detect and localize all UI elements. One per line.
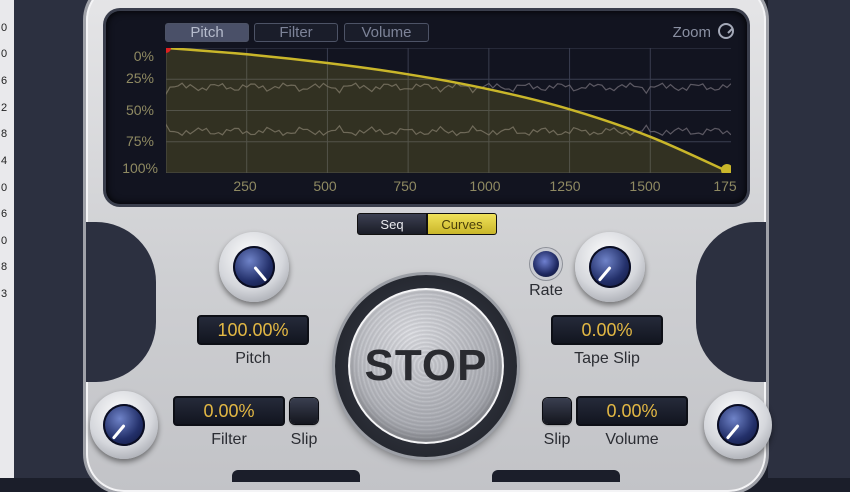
edge-digit: 6 bbox=[1, 208, 8, 220]
edge-digit: 0 bbox=[1, 48, 8, 60]
edge-digit: 3 bbox=[1, 288, 8, 300]
curve-end-handle bbox=[721, 164, 731, 173]
volume-value-display: 0.00% bbox=[576, 396, 688, 426]
edge-digit: 6 bbox=[1, 75, 8, 87]
zoom-knob-icon[interactable] bbox=[718, 23, 734, 39]
curve-graph[interactable] bbox=[166, 48, 731, 173]
bottom-slot-right bbox=[492, 470, 620, 482]
pitch-knob[interactable] bbox=[219, 232, 289, 302]
x-tick-label: 1250 bbox=[549, 178, 581, 194]
zoom-label: Zoom bbox=[672, 24, 711, 41]
x-tick-label: 1500 bbox=[629, 178, 661, 194]
y-tick-label: 25% bbox=[125, 70, 154, 86]
right-side-panel bbox=[768, 0, 850, 478]
x-tick-label: 500 bbox=[313, 178, 337, 194]
bottom-slot-left bbox=[232, 470, 360, 482]
y-tick-label: 0% bbox=[133, 48, 154, 64]
filter-knob[interactable] bbox=[90, 391, 158, 459]
filter-slip-button[interactable] bbox=[290, 398, 318, 424]
edge-digit: 0 bbox=[1, 182, 8, 194]
filter-slip-label: Slip bbox=[290, 431, 318, 448]
x-tick-label: 175 bbox=[713, 178, 737, 194]
curves-button[interactable]: Curves bbox=[427, 213, 497, 235]
y-tick-label: 75% bbox=[125, 133, 154, 149]
filter-label: Filter bbox=[211, 431, 247, 448]
edge-digit: 0 bbox=[1, 235, 8, 247]
edge-digit: 0 bbox=[1, 22, 8, 34]
tab-volume[interactable]: Volume bbox=[344, 23, 429, 42]
y-tick-label: 50% bbox=[125, 102, 154, 118]
volume-knob[interactable] bbox=[704, 391, 772, 459]
volume-slip-label: Slip bbox=[543, 431, 571, 448]
filter-value-display: 0.00% bbox=[173, 396, 285, 426]
rate-label: Rate bbox=[529, 282, 563, 299]
tape-slip-value-display: 0.00% bbox=[551, 315, 663, 345]
x-tick-label: 250 bbox=[233, 178, 257, 194]
edge-digit: 4 bbox=[1, 155, 8, 167]
left-side-panel bbox=[14, 0, 96, 478]
edge-digit: 8 bbox=[1, 261, 8, 273]
edge-digit: 8 bbox=[1, 128, 8, 140]
x-tick-label: 1000 bbox=[469, 178, 501, 194]
tape-slip-knob[interactable] bbox=[575, 232, 645, 302]
stop-button[interactable]: STOP bbox=[348, 288, 504, 444]
seq-button[interactable]: Seq bbox=[357, 213, 427, 235]
pitch-value-display: 100.00% bbox=[197, 315, 309, 345]
tape-slip-label: Tape Slip bbox=[574, 350, 640, 367]
tab-filter[interactable]: Filter bbox=[254, 23, 338, 42]
y-tick-label: 100% bbox=[122, 160, 158, 176]
x-tick-label: 750 bbox=[393, 178, 417, 194]
tab-pitch[interactable]: Pitch bbox=[165, 23, 249, 42]
edge-digit: 2 bbox=[1, 102, 8, 114]
volume-slip-button[interactable] bbox=[543, 398, 571, 424]
curve-display: Pitch Filter Volume Zoom 0% 25% 50% 75% … bbox=[106, 11, 747, 204]
left-edge-strip: 0 0 6 2 8 4 0 6 0 8 3 bbox=[0, 0, 14, 478]
volume-label: Volume bbox=[605, 431, 659, 448]
pitch-label: Pitch bbox=[235, 350, 271, 367]
rate-button[interactable] bbox=[533, 251, 559, 277]
